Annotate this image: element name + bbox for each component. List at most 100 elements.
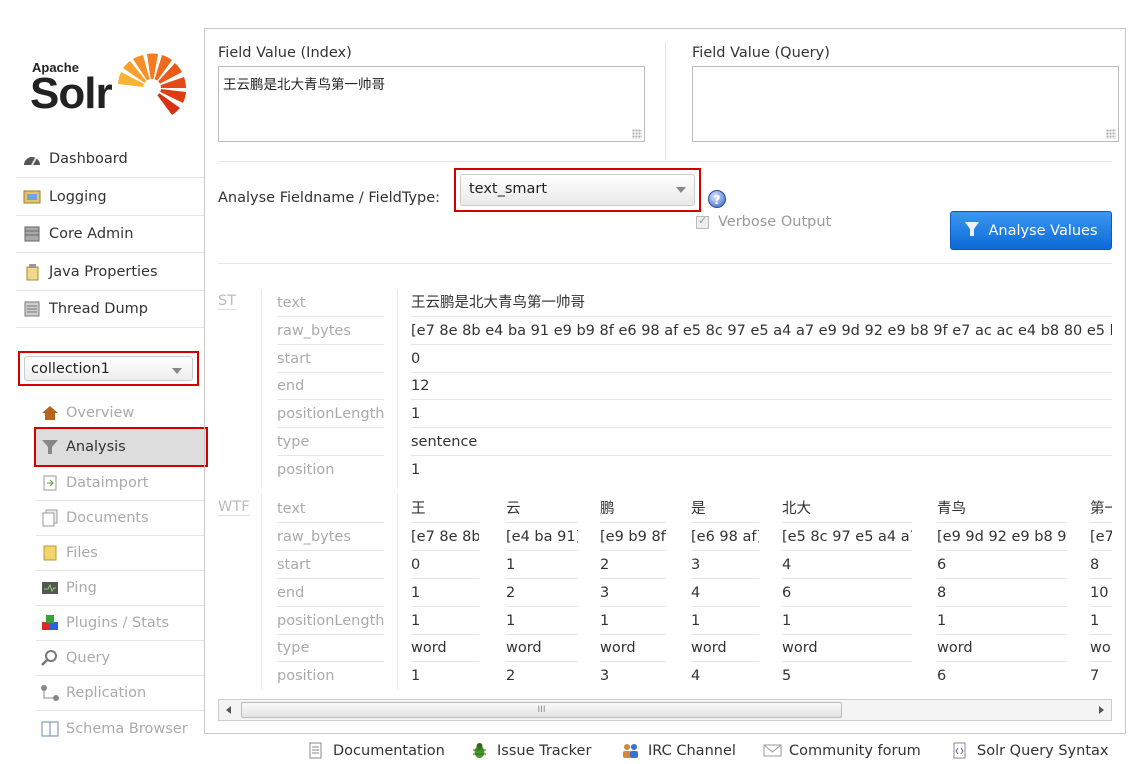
wtf-token-cell: word: [937, 637, 1067, 662]
resize-grip-icon[interactable]: [632, 129, 642, 139]
footer-label: Community forum: [789, 742, 921, 759]
attr-label: raw_bytes: [277, 320, 384, 345]
core-nav-ping[interactable]: Ping: [36, 571, 204, 606]
wtf-token-cell: [e4 ba 91]: [506, 526, 578, 551]
wtf-token-cell: 1: [411, 610, 479, 635]
ping-icon: [40, 579, 60, 597]
nav-label: Logging: [49, 189, 107, 205]
core-nav-label: Replication: [66, 685, 147, 701]
divider: [218, 263, 1112, 264]
nav-logging[interactable]: Logging: [16, 179, 204, 216]
files-icon: [40, 544, 60, 562]
help-icon[interactable]: ?: [708, 190, 726, 208]
core-selector[interactable]: collection1: [18, 351, 199, 386]
core-nav-query[interactable]: Query: [36, 641, 204, 676]
verbose-output-option[interactable]: Verbose Output: [696, 214, 831, 230]
wtf-token-cell: 6: [782, 582, 912, 607]
footer-documentation-link[interactable]: Documentation: [307, 742, 445, 759]
query-field-input[interactable]: [692, 66, 1119, 142]
horizontal-scrollbar[interactable]: III: [218, 699, 1112, 721]
footer-label: Issue Tracker: [497, 742, 592, 759]
core-nav-analysis[interactable]: Analysis: [34, 427, 208, 467]
core-nav-dataimport[interactable]: Dataimport: [36, 466, 204, 501]
footer-label: Solr Query Syntax: [977, 742, 1109, 759]
divider: [397, 289, 398, 489]
wtf-token-cell: 1: [506, 610, 578, 635]
core-selector-dropdown[interactable]: collection1: [24, 356, 193, 381]
nav-dashboard[interactable]: Dashboard: [16, 141, 204, 178]
divider: [218, 161, 1112, 162]
scroll-right-icon[interactable]: [1099, 706, 1104, 714]
core-nav-files[interactable]: Files: [36, 536, 204, 571]
wtf-token-cell: 4: [691, 582, 759, 607]
fieldtype-dropdown[interactable]: text_smart: [460, 174, 695, 206]
bug-icon: [471, 742, 488, 759]
schema-browser-icon: [40, 720, 60, 738]
st-value: 1: [411, 403, 1112, 428]
wtf-token-cell: 第一: [1090, 498, 1112, 523]
nav-thread-dump[interactable]: Thread Dump: [16, 291, 204, 328]
wtf-token-cell: 2: [600, 554, 666, 579]
resize-grip-icon[interactable]: [1106, 129, 1116, 139]
footer-label: Documentation: [333, 742, 445, 759]
wtf-token-cell: word: [782, 637, 912, 662]
verbose-output-checkbox[interactable]: [696, 214, 709, 229]
fieldtype-value: text_smart: [469, 181, 548, 197]
core-nav-label: Dataimport: [66, 475, 149, 491]
mail-icon: [763, 742, 782, 759]
attr-label: position: [277, 462, 335, 478]
core-nav-label: Ping: [66, 580, 97, 596]
wtf-token-cell: 鹏: [600, 498, 666, 523]
analyse-values-button[interactable]: Analyse Values: [950, 211, 1112, 250]
wtf-token-cell: [e6 98 af]: [691, 526, 759, 551]
attr-label: positionLength: [277, 403, 384, 428]
core-nav-label: Analysis: [66, 439, 126, 455]
st-value: 12: [411, 375, 1112, 400]
core-nav-replication[interactable]: Replication: [36, 676, 204, 711]
st-value: sentence: [411, 431, 1112, 456]
attr-label: start: [277, 348, 384, 373]
core-nav-label: Overview: [66, 405, 135, 421]
core-nav-schema-browser[interactable]: Schema Browser: [36, 711, 204, 746]
chevron-down-icon: [676, 187, 686, 193]
nav-label: Java Properties: [49, 264, 158, 280]
nav-java-properties[interactable]: Java Properties: [16, 254, 204, 291]
wtf-token-cell: 1: [411, 668, 421, 684]
documentation-icon: [307, 742, 324, 759]
wtf-token-cell: word: [691, 637, 759, 662]
index-field-input[interactable]: 王云鹏是北大青鸟第一帅哥: [218, 66, 645, 142]
core-nav-overview[interactable]: Overview: [36, 396, 204, 431]
footer-issue-tracker-link[interactable]: Issue Tracker: [471, 742, 591, 759]
analyse-values-label: Analyse Values: [988, 222, 1098, 239]
wtf-token-cell: wo: [1090, 637, 1112, 662]
wtf-token-cell: 1: [782, 610, 912, 635]
footer-community-forum-link[interactable]: Community forum: [763, 742, 921, 759]
scroll-left-icon[interactable]: [226, 706, 231, 714]
scrollbar-thumb[interactable]: III: [241, 702, 842, 718]
footer-irc-channel-link[interactable]: IRC Channel: [622, 742, 736, 759]
fieldtype-label: Analyse Fieldname / FieldType:: [218, 190, 441, 206]
index-field-value: 王云鹏是北大青鸟第一帅哥: [223, 77, 385, 93]
attr-label: end: [277, 582, 384, 607]
wtf-token-cell: [e7 8e 8b]: [411, 526, 479, 551]
solr-logo[interactable]: Apache Solr: [30, 38, 190, 118]
core-nav-plugins-stats[interactable]: Plugins / Stats: [36, 606, 204, 641]
core-nav-documents[interactable]: Documents: [36, 501, 204, 536]
dataimport-icon: [40, 474, 60, 492]
divider: [261, 494, 262, 689]
wtf-token-cell: 6: [937, 668, 947, 684]
wtf-token-cell: 云: [506, 498, 578, 523]
wtf-token-cell: 3: [600, 582, 666, 607]
nav-core-admin[interactable]: Core Admin: [16, 216, 204, 253]
fieldtype-selector[interactable]: text_smart: [454, 168, 701, 212]
footer-solr-query-syntax-link[interactable]: Solr Query Syntax: [951, 742, 1108, 759]
wtf-token-cell: 青鸟: [937, 498, 1067, 523]
java-properties-icon: [22, 263, 42, 281]
st-value: [e7 8e 8b e4 ba 91 e9 b9 8f e6 98 af e5 …: [411, 320, 1112, 345]
wtf-token-cell: 0: [411, 554, 479, 579]
divider: [665, 42, 666, 160]
analysis-icon: [40, 438, 60, 456]
wtf-token-cell: 3: [600, 668, 610, 684]
footer-label: IRC Channel: [648, 742, 736, 759]
wtf-token-cell: 1: [1090, 610, 1112, 635]
